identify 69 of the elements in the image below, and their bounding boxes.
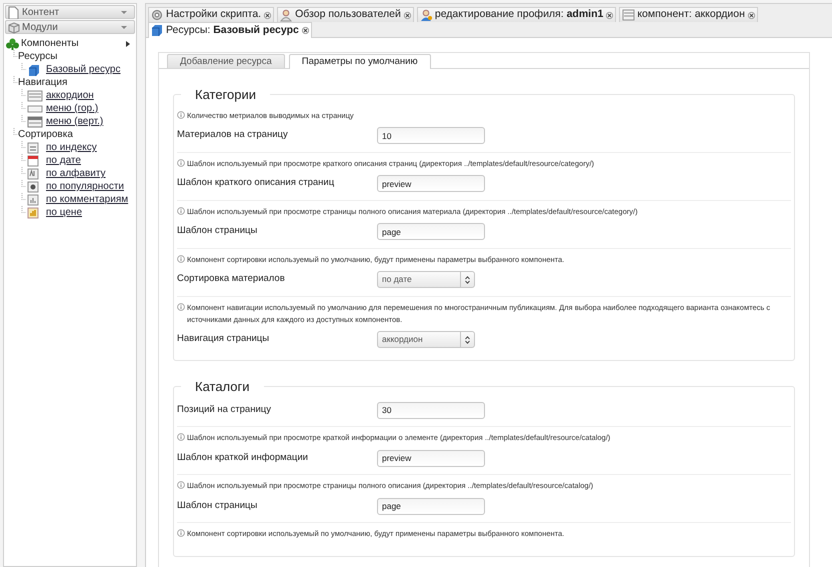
arrow-icon [126, 40, 130, 46]
tree-link[interactable]: по алфавиту [46, 166, 106, 181]
tree-link[interactable]: по индексу [46, 140, 97, 155]
tab[interactable]: Параметры по умолчанию [288, 54, 431, 69]
input-field[interactable]: preview [377, 175, 485, 192]
info-icon [177, 110, 185, 118]
tree-link[interactable]: по комментариям [46, 192, 128, 207]
tree-link[interactable]: аккордион [46, 88, 94, 103]
tree-item[interactable]: Навигация [18, 75, 68, 90]
field-label: Материалов на страницу [177, 128, 289, 142]
tree-link[interactable]: по популярности [46, 179, 124, 194]
close-icon [606, 12, 614, 18]
tab[interactable]: Добавление ресурса [167, 54, 285, 68]
close-icon [748, 12, 755, 18]
input-field[interactable]: 10 [377, 127, 485, 144]
updown-icon [465, 336, 470, 344]
tree-link[interactable]: по цене [46, 205, 82, 220]
tab[interactable]: редактирование профиля: admin1 [416, 7, 616, 22]
close-icon [264, 12, 272, 18]
user-edit-icon [420, 8, 433, 22]
cube-icon [151, 24, 164, 37]
tree-link[interactable]: меню (гор.) [46, 101, 98, 116]
tab[interactable]: Настройки скрипта. [148, 7, 274, 22]
cube-icon [7, 20, 20, 34]
input-field[interactable]: preview [377, 450, 485, 466]
info-icon [177, 254, 185, 262]
select-field[interactable]: по дате [377, 271, 475, 288]
list-icon [622, 8, 636, 22]
close-icon [404, 12, 411, 18]
input-field[interactable]: page [377, 223, 485, 240]
list-icon [27, 90, 43, 102]
tree-link[interactable]: Базовый ресурс [46, 62, 120, 77]
info-icon [177, 529, 185, 537]
select-field[interactable]: аккордион [377, 331, 475, 348]
field-label: Позиций на страницу [177, 402, 272, 417]
updown-icon [465, 276, 470, 284]
tree-link[interactable]: меню (верт.) [46, 114, 104, 129]
clover-icon [6, 38, 19, 50]
info-icon [177, 158, 185, 166]
gear-icon [151, 8, 164, 22]
tab[interactable]: компонент: аккордион [619, 7, 758, 22]
input-field[interactable]: page [377, 498, 485, 514]
field-label: Шаблон краткой информации [177, 450, 309, 465]
bar-icon [27, 102, 43, 114]
field-label: Сортировка материалов [177, 272, 286, 286]
user-icon [280, 8, 294, 22]
panel-header[interactable]: Модули [5, 20, 135, 34]
tree-link[interactable]: по дате [46, 153, 81, 168]
section-title: Категории [194, 86, 257, 104]
tree-item[interactable]: Компоненты [6, 37, 130, 50]
info-icon [177, 302, 185, 310]
info-icon [177, 433, 185, 441]
panel-header[interactable]: Контент [5, 5, 135, 19]
caret-icon [120, 24, 128, 30]
field-label: Шаблон страницы [177, 224, 258, 238]
field-label: Навигация страницы [177, 332, 270, 346]
tab[interactable]: Обзор пользователей [277, 7, 414, 22]
input-field[interactable]: 30 [377, 402, 485, 418]
field-label: Шаблон страницы [177, 498, 258, 513]
close-icon [302, 27, 309, 34]
tree-item[interactable]: Сортировка [18, 127, 73, 142]
caret-icon [120, 10, 128, 14]
info-icon [177, 206, 185, 214]
window-icon [27, 116, 43, 128]
tree-item[interactable]: Ресурсы [18, 49, 58, 64]
section-title: Каталоги [194, 378, 251, 396]
field-label: Шаблон краткого описания страниц [177, 176, 336, 190]
tab[interactable]: Ресурсы: Базовый ресурс [148, 22, 312, 38]
info-icon [177, 481, 185, 489]
